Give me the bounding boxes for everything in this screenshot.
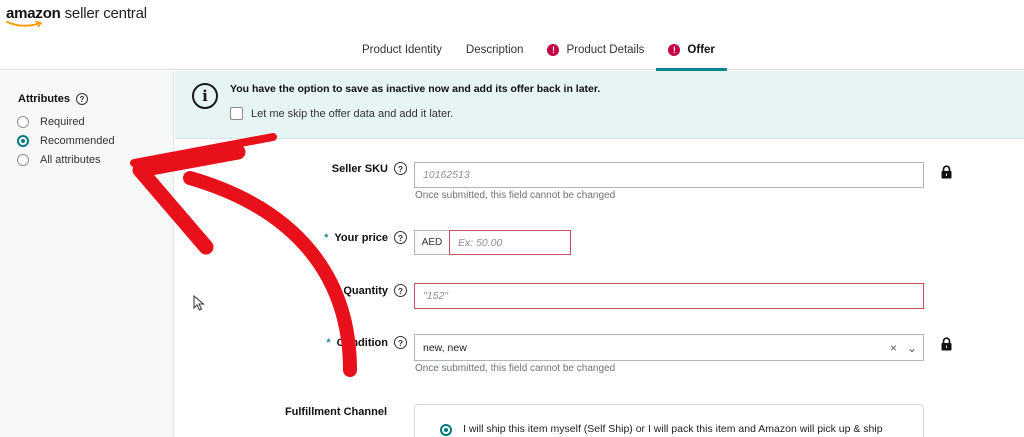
alert-icon: ! — [547, 44, 560, 56]
required-marker: * — [324, 231, 329, 244]
quantity-label: Quantity — [343, 284, 388, 297]
info-icon: i — [192, 83, 218, 109]
radio-button[interactable] — [17, 116, 29, 128]
seller-sku-label-row: Seller SKU ? — [332, 162, 407, 175]
header-bar: amazon seller central Product Identity D… — [0, 0, 1024, 71]
banner-message: You have the option to save as inactive … — [230, 83, 601, 95]
tab-label: Offer — [687, 44, 715, 56]
your-price-label-row: * Your price ? — [324, 231, 407, 244]
help-icon[interactable]: ? — [394, 162, 407, 175]
seller-sku-hint: Once submitted, this field cannot be cha… — [415, 190, 616, 201]
help-icon[interactable]: ? — [394, 336, 407, 349]
alert-icon: ! — [668, 44, 681, 56]
lock-icon — [941, 165, 952, 179]
skip-offer-label: Let me skip the offer data and add it la… — [251, 107, 454, 120]
tab-label: Product Identity — [362, 44, 442, 56]
tab-offer[interactable]: ! Offer — [656, 30, 728, 71]
skip-offer-checkbox-row[interactable]: Let me skip the offer data and add it la… — [230, 107, 453, 120]
currency-prefix: AED — [414, 230, 449, 255]
radio-label: Required — [40, 116, 85, 128]
condition-label: Condition — [336, 336, 388, 349]
lock-icon — [941, 337, 952, 351]
fulfillment-channel-label: Fulfillment Channel — [285, 406, 387, 418]
radio-label: Recommended — [40, 135, 115, 147]
condition-select[interactable]: new, new × ⌄ — [414, 334, 924, 361]
condition-value: new, new — [423, 341, 467, 354]
attributes-heading: Attributes ? — [18, 93, 88, 105]
attribute-filter-recommended[interactable]: Recommended — [17, 135, 115, 147]
help-icon[interactable]: ? — [394, 231, 407, 244]
condition-label-row: * Condition ? — [326, 336, 407, 349]
tab-product-identity[interactable]: Product Identity — [350, 30, 454, 70]
fulfillment-label: Fulfillment Channel — [284, 406, 387, 418]
tab-description[interactable]: Description — [454, 30, 536, 70]
required-marker: * — [333, 284, 338, 297]
attribute-filter-required[interactable]: Required — [17, 116, 85, 128]
help-icon[interactable]: ? — [75, 93, 88, 105]
tab-label: Product Details — [566, 44, 645, 56]
quantity-label-row: * Quantity ? — [333, 284, 407, 297]
condition-hint: Once submitted, this field cannot be cha… — [415, 363, 616, 374]
attributes-title: Attributes — [18, 93, 70, 105]
your-price-input[interactable]: Ex: 50.00 — [449, 230, 571, 255]
fulfillment-option-box[interactable]: I will ship this item myself (Self Ship)… — [414, 404, 924, 437]
radio-label: All attributes — [40, 154, 101, 166]
help-icon[interactable]: ? — [394, 284, 407, 297]
self-ship-option-label: I will ship this item myself (Self Ship)… — [463, 423, 883, 435]
radio-button-selected[interactable] — [17, 135, 29, 147]
skip-offer-checkbox[interactable] — [230, 107, 243, 120]
logo-product: seller central — [60, 5, 147, 22]
attributes-sidebar: Attributes ? Required Recommended All at… — [0, 71, 174, 437]
your-price-label: Your price — [334, 231, 388, 244]
clear-icon[interactable]: × — [890, 341, 897, 355]
seller-sku-label: Seller SKU — [331, 162, 388, 175]
seller-sku-input[interactable]: 10162513 — [414, 162, 924, 188]
chevron-down-icon[interactable]: ⌄ — [907, 341, 917, 355]
self-ship-radio[interactable] — [440, 424, 452, 436]
quantity-input[interactable]: "152" — [414, 283, 924, 309]
tab-label: Description — [465, 44, 524, 56]
select-controls: × ⌄ — [880, 341, 917, 355]
cursor-icon — [193, 295, 205, 311]
tab-product-details[interactable]: ! Product Details — [535, 30, 656, 70]
product-tabs: Product Identity Description ! Product D… — [350, 30, 728, 71]
info-banner: i You have the option to save as inactiv… — [175, 71, 1024, 139]
amazon-smile-icon — [6, 20, 43, 28]
required-marker: * — [326, 336, 331, 349]
attribute-filter-all[interactable]: All attributes — [17, 154, 101, 166]
radio-button[interactable] — [17, 154, 29, 166]
